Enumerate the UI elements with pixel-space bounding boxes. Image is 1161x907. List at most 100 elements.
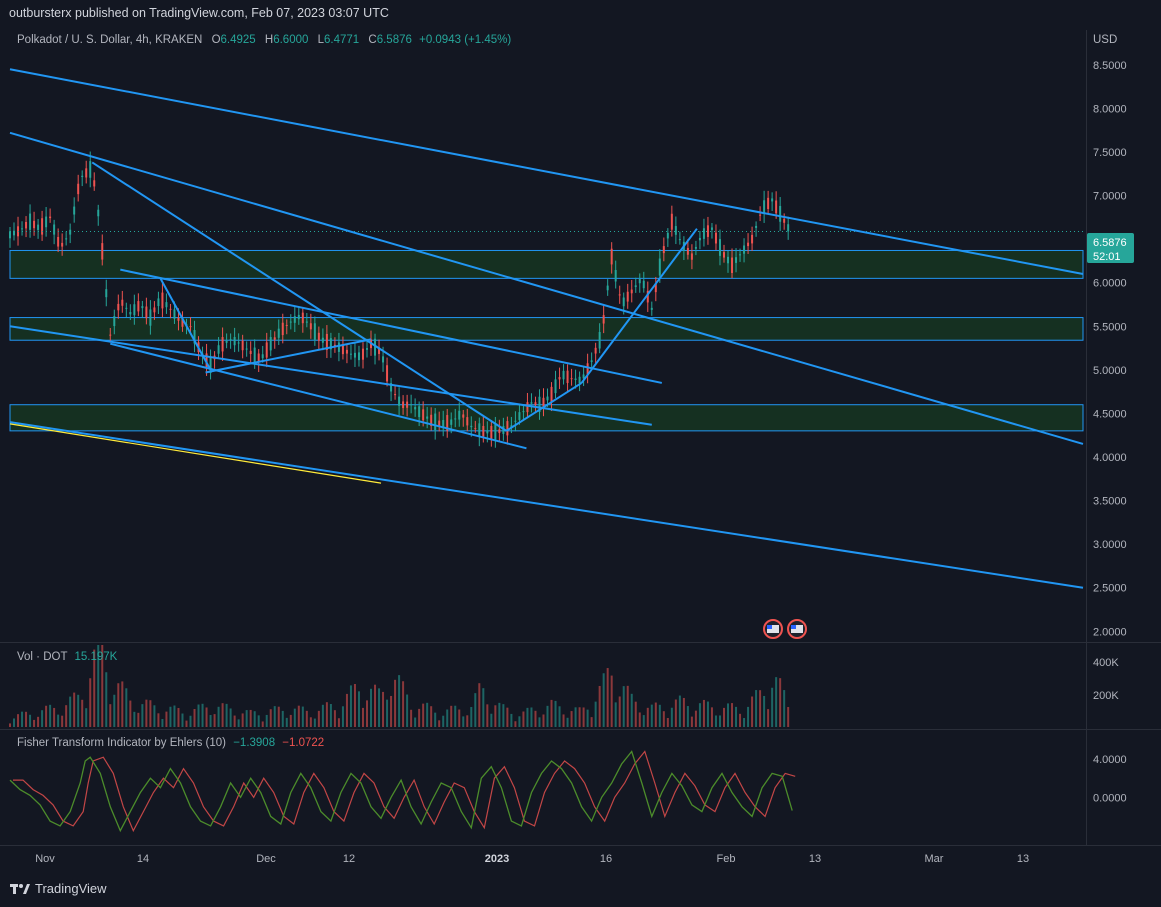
price-axis[interactable]: 8.50008.00007.50007.00006.50006.00005.50… bbox=[1093, 60, 1127, 638]
price-candle bbox=[317, 332, 320, 341]
volume-bar bbox=[626, 685, 629, 727]
volume-bar bbox=[201, 703, 204, 727]
price-candle bbox=[289, 321, 292, 323]
volume-bar bbox=[386, 699, 389, 727]
price-candle bbox=[133, 304, 136, 316]
price-candle bbox=[93, 180, 96, 187]
y-tick-label: 3.5000 bbox=[1093, 496, 1127, 508]
price-candle bbox=[357, 352, 360, 361]
volume-bar bbox=[718, 715, 721, 727]
price-candle bbox=[763, 200, 766, 214]
volume-bar bbox=[666, 717, 669, 727]
price-candle bbox=[490, 425, 493, 440]
price-candle bbox=[309, 323, 312, 330]
price-series bbox=[9, 151, 1086, 448]
volume-bar bbox=[261, 721, 264, 727]
price-candle bbox=[33, 220, 36, 229]
volume-bar bbox=[775, 677, 778, 727]
price-candle bbox=[506, 421, 509, 436]
time-axis[interactable]: Nov 14 Dec 12 2023 16 Feb 13 Mar 13 bbox=[35, 853, 1029, 865]
volume-bar bbox=[177, 708, 180, 727]
price-candle bbox=[77, 183, 80, 195]
y-tick-label: 3.0000 bbox=[1093, 539, 1127, 551]
y-tick-label: 5.0000 bbox=[1093, 365, 1127, 377]
y-tick-label: 5.5000 bbox=[1093, 321, 1127, 333]
volume-bar bbox=[129, 700, 132, 727]
price-candle bbox=[233, 336, 236, 346]
volume-bar bbox=[482, 688, 485, 727]
price-candle bbox=[414, 407, 417, 410]
volume-bar bbox=[486, 704, 489, 727]
volume-legend[interactable]: Vol · DOT 15.197K bbox=[17, 651, 117, 663]
trendline-1 bbox=[9, 131, 1084, 445]
volume-bar bbox=[418, 708, 421, 727]
volume-bar bbox=[257, 715, 260, 727]
price-candle bbox=[69, 229, 72, 235]
trendline-3 bbox=[9, 421, 1084, 589]
fisher-legend[interactable]: Fisher Transform Indicator by Ehlers (10… bbox=[17, 737, 324, 749]
support-zones bbox=[9, 249, 1084, 432]
price-candle bbox=[410, 404, 413, 406]
volume-bar bbox=[133, 711, 136, 727]
price-candle bbox=[702, 228, 705, 239]
price-candle bbox=[767, 197, 770, 209]
price-candle bbox=[297, 314, 300, 320]
price-candle bbox=[85, 168, 88, 178]
us-flag-canton bbox=[767, 625, 772, 629]
price-candle bbox=[450, 419, 453, 425]
y-tick-label: 6.0000 bbox=[1093, 278, 1127, 290]
volume-bar bbox=[670, 707, 673, 727]
price-candle bbox=[650, 307, 653, 310]
volume-bar bbox=[662, 711, 665, 727]
volume-bar bbox=[9, 723, 11, 727]
price-candle bbox=[394, 394, 397, 396]
price-candle bbox=[241, 340, 244, 351]
price-candle bbox=[638, 278, 641, 284]
x-tick-label: 16 bbox=[600, 853, 612, 865]
volume-bar bbox=[317, 710, 320, 727]
price-candle bbox=[105, 289, 108, 298]
volume-bar bbox=[722, 707, 725, 727]
price-candle bbox=[269, 337, 272, 351]
volume-bar bbox=[125, 688, 128, 727]
volume-bar bbox=[353, 684, 356, 727]
price-candle bbox=[747, 242, 750, 247]
price-chart[interactable]: 8.50008.00007.50007.00006.50006.00005.50… bbox=[0, 0, 1161, 907]
volume-bar bbox=[706, 701, 709, 727]
volume-bar bbox=[682, 697, 685, 727]
volume-bar bbox=[594, 701, 597, 727]
volume-bar bbox=[678, 695, 681, 727]
volume-bar bbox=[783, 690, 786, 727]
volume-bar bbox=[141, 704, 144, 727]
brand-footer[interactable]: TradingView bbox=[10, 881, 107, 896]
volume-bar bbox=[406, 694, 409, 727]
price-candle bbox=[622, 297, 625, 307]
price-candle bbox=[759, 214, 762, 216]
price-candle bbox=[714, 232, 717, 244]
volume-bar bbox=[197, 704, 200, 727]
volume-bar bbox=[37, 716, 40, 727]
price-candle bbox=[253, 347, 256, 363]
volume-bar bbox=[153, 705, 156, 727]
volume-bar bbox=[249, 709, 252, 727]
volume-bar bbox=[45, 705, 48, 727]
volume-bar bbox=[702, 699, 705, 727]
price-candle bbox=[89, 161, 92, 178]
volume-bar bbox=[169, 706, 172, 727]
price-candle bbox=[442, 420, 445, 428]
price-candle bbox=[129, 312, 132, 315]
event-flags[interactable] bbox=[763, 619, 807, 639]
volume-bar bbox=[113, 694, 116, 727]
volume-bar bbox=[81, 699, 84, 727]
volume-bar bbox=[13, 718, 16, 727]
price-candle bbox=[614, 270, 617, 282]
price-candle bbox=[141, 306, 144, 309]
price-candle bbox=[301, 312, 304, 324]
volume-bar bbox=[426, 702, 429, 727]
price-candle bbox=[546, 396, 549, 401]
volume-bar bbox=[161, 719, 164, 727]
price-candle bbox=[81, 175, 84, 178]
volume-bar bbox=[542, 714, 545, 727]
volume-bar bbox=[735, 706, 738, 727]
volume-bar bbox=[755, 690, 758, 727]
